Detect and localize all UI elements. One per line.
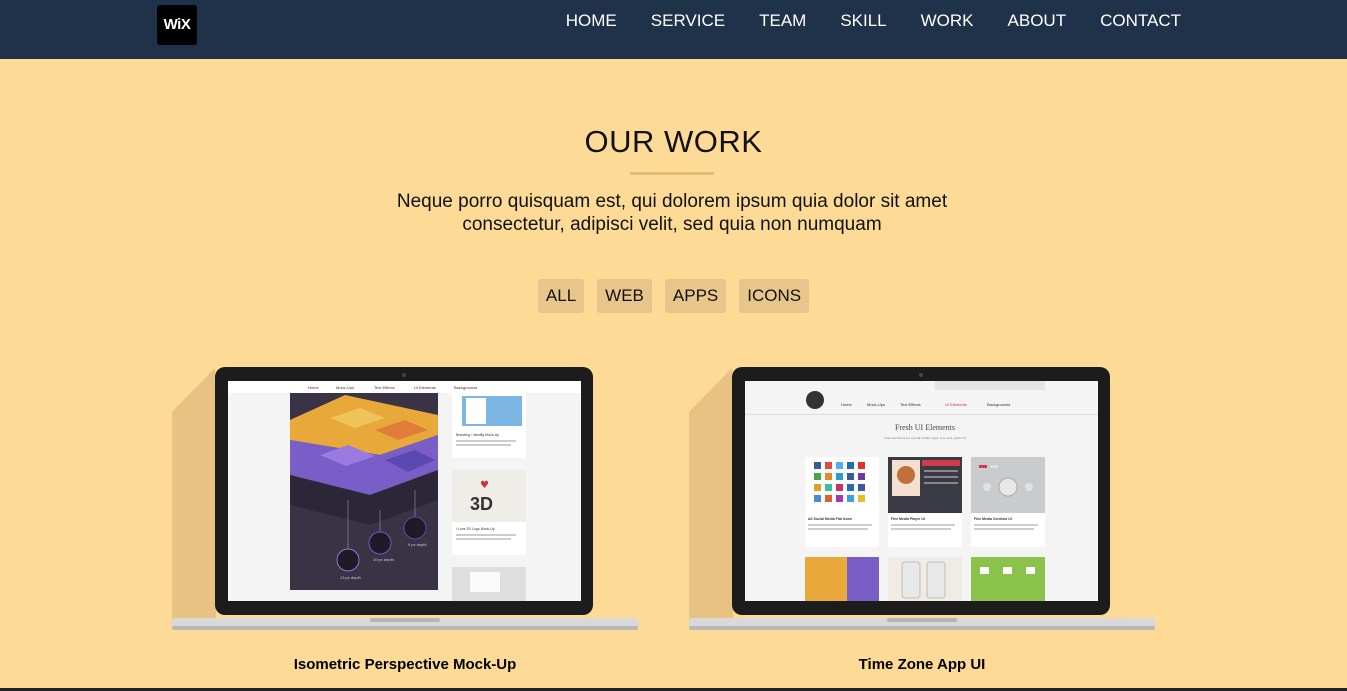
- nav-about-link[interactable]: ABOUT: [1008, 12, 1067, 30]
- screen-nav-item: Mock-Ups: [867, 402, 885, 407]
- screen-nav-item: Text Effects: [900, 402, 921, 407]
- nav-menu: HOME SERVICE TEAM SKILL WORK ABOUT CONTA…: [532, 12, 1181, 30]
- section-title: OUR WORK: [584, 124, 763, 159]
- section-description: Neque porro quisquam est, qui dolorem ip…: [396, 191, 948, 235]
- screen-nav-item: UI Elements: [945, 402, 967, 407]
- filter-icons-button[interactable]: ICONS: [739, 279, 810, 313]
- screen-nav-item: Text Effects: [374, 385, 395, 390]
- depth-label: 10 px depth: [373, 557, 394, 562]
- nav-home-link[interactable]: HOME: [566, 12, 617, 30]
- top-navbar: WiX HOME SERVICE TEAM SKILL WORK ABOUT C…: [0, 0, 1347, 59]
- depth-label: 9 px depth: [408, 542, 427, 547]
- screen-title: Fresh UI Elements: [895, 423, 955, 432]
- svg-text:♥: ♥: [480, 480, 489, 491]
- screen-nav-item: UI Elements: [414, 385, 436, 390]
- side-card-title: I Love 3D Logo Mock-Up: [456, 527, 495, 531]
- work-caption: Isometric Perspective Mock-Up: [293, 656, 517, 673]
- screen-nav-item: Mock-Ups: [336, 385, 354, 390]
- nav-contact-link[interactable]: CONTACT: [1100, 12, 1181, 30]
- side-card-title: Branding / Identity Mock-Up: [456, 433, 499, 437]
- screen-nav-item: Home: [841, 402, 852, 407]
- screen-nav-item: Backgrounds: [987, 402, 1010, 407]
- filter-web-button[interactable]: WEB: [597, 279, 652, 313]
- nav-team-link[interactable]: TEAM: [759, 12, 806, 30]
- depth-label: 13 px depth: [340, 575, 361, 580]
- svg-text:3D: 3D: [470, 494, 493, 514]
- work-filters: ALL WEB APPS ICONS: [0, 279, 1347, 313]
- card-title: All Social Media Flat Icons: [808, 517, 852, 521]
- wix-logo[interactable]: WiX: [157, 5, 197, 45]
- card-title: Flex Media Player UI: [891, 517, 925, 521]
- laptop-mockup-image: Home Mock-Ups Text Effects UI Elements B…: [689, 367, 1155, 630]
- nav-work-link[interactable]: WORK: [921, 12, 974, 30]
- laptop-mockup-image: Home Mock-Ups Text Effects UI Elements B…: [172, 367, 638, 630]
- screen-nav-item: Home: [308, 385, 319, 390]
- work-caption: Time Zone App UI: [858, 656, 986, 673]
- nav-skill-link[interactable]: SKILL: [840, 12, 886, 30]
- card-title: Flex Media Controls UI: [974, 517, 1012, 521]
- title-underline: [630, 172, 714, 175]
- screen-nav-item: Backgrounds: [454, 385, 477, 390]
- nav-service-link[interactable]: SERVICE: [651, 12, 725, 30]
- filter-apps-button[interactable]: APPS: [664, 279, 727, 313]
- filter-all-button[interactable]: ALL: [537, 279, 585, 313]
